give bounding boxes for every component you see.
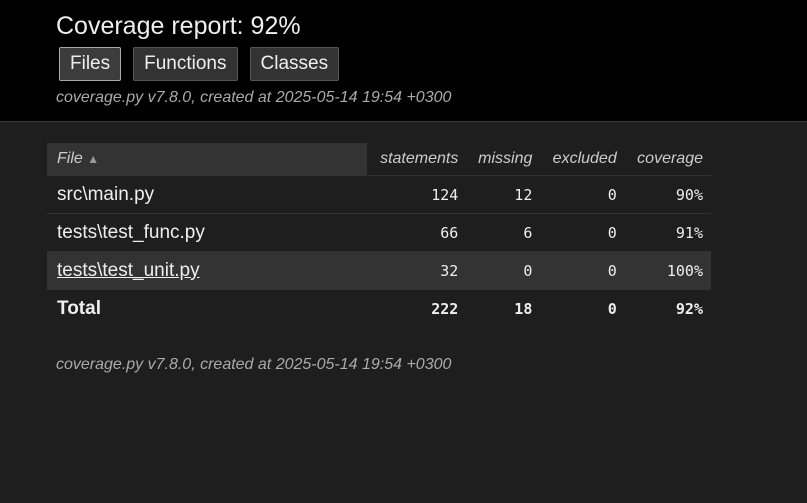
footer-meta: coverage.py v7.8.0, created at 2025-05-1…: [56, 356, 452, 373]
column-header-file-label: File: [57, 150, 83, 167]
total-missing: 18: [466, 289, 541, 327]
report-footer: coverage.py v7.8.0, created at 2025-05-1…: [0, 356, 807, 374]
file-link[interactable]: tests\test_unit.py: [57, 260, 200, 281]
missing-cell: 6: [466, 213, 541, 252]
file-cell: tests\test_unit.py: [47, 251, 367, 290]
statements-cell: 32: [367, 251, 467, 290]
column-header-file[interactable]: File ▲: [47, 143, 367, 176]
missing-cell: 0: [466, 251, 541, 290]
total-excluded: 0: [540, 289, 625, 327]
excluded-cell: 0: [540, 251, 625, 290]
statements-cell: 66: [367, 213, 467, 252]
column-header-coverage[interactable]: coverage: [625, 143, 711, 176]
file-link[interactable]: tests\test_func.py: [57, 222, 205, 243]
header-meta: coverage.py v7.8.0, created at 2025-05-1…: [56, 89, 452, 106]
excluded-cell: 0: [540, 175, 625, 214]
column-header-excluded[interactable]: excluded: [540, 143, 624, 176]
total-statements: 222: [367, 289, 467, 327]
table-row: tests\test_unit.py 32 0 0 100%: [47, 251, 711, 290]
coverage-cell: 90%: [624, 175, 711, 214]
file-cell: src\main.py: [47, 175, 367, 214]
coverage-cell: 91%: [624, 213, 711, 252]
coverage-cell: 100%: [624, 251, 711, 290]
statements-cell: 124: [367, 175, 467, 214]
sort-ascending-icon: ▲: [87, 152, 100, 166]
file-link[interactable]: src\main.py: [57, 184, 154, 205]
view-tabs: Files Functions Classes: [59, 47, 807, 81]
tab-classes[interactable]: Classes: [249, 47, 340, 81]
coverage-table: File ▲ statements missing excluded cover…: [47, 143, 711, 327]
main-content: File ▲ statements missing excluded cover…: [0, 122, 807, 327]
excluded-cell: 0: [540, 213, 625, 252]
page-title: Coverage report: 92%: [56, 12, 301, 40]
missing-cell: 12: [466, 175, 541, 214]
total-label: Total: [47, 289, 367, 327]
table-row: tests\test_func.py 66 6 0 91%: [47, 213, 711, 252]
table-header-row: File ▲ statements missing excluded cover…: [47, 143, 711, 176]
report-header: Coverage report: 92% Files Functions Cla…: [0, 0, 807, 122]
table-row: src\main.py 124 12 0 90%: [47, 175, 711, 214]
total-coverage: 92%: [624, 289, 711, 327]
column-header-statements[interactable]: statements: [367, 143, 466, 176]
file-cell: tests\test_func.py: [47, 213, 367, 252]
tab-files[interactable]: Files: [59, 47, 122, 81]
tab-functions[interactable]: Functions: [133, 47, 238, 81]
column-header-missing[interactable]: missing: [466, 143, 540, 176]
total-row: Total 222 18 0 92%: [47, 289, 711, 327]
